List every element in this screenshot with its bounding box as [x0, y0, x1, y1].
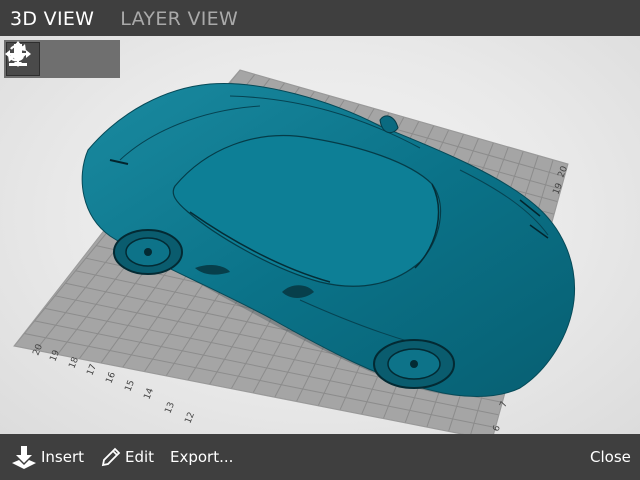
edit-button[interactable]: Edit	[100, 434, 154, 480]
tab-3d-view[interactable]: 3D VIEW	[0, 0, 104, 36]
move-tool-button[interactable]	[5, 41, 77, 76]
scene: 20 19 18 17 16 15 14 13 12 20 19 7 6	[13, 69, 576, 434]
close-label: Close	[590, 448, 631, 466]
axis-label: 15	[124, 379, 138, 393]
axis-label: 17	[86, 363, 100, 377]
close-button[interactable]: Close	[590, 434, 631, 480]
front-wheel	[113, 229, 183, 275]
export-button[interactable]: Export...	[170, 434, 233, 480]
rear-wheel	[373, 339, 455, 389]
bottom-action-bar: Insert Edit Export... Close	[0, 434, 640, 480]
axis-label: 14	[143, 387, 157, 402]
view-tab-bar: 3D VIEW LAYER VIEW	[0, 0, 640, 36]
axis-label: 13	[164, 401, 178, 415]
drop-to-bed-tool-button[interactable]	[8, 42, 114, 76]
insert-icon	[12, 446, 36, 469]
drop-to-bed-icon	[8, 44, 28, 66]
edit-label: Edit	[125, 448, 155, 466]
export-label: Export...	[170, 448, 234, 466]
axis-label: 16	[105, 371, 119, 386]
3d-viewport[interactable]: 20 19 18 17 16 15 14 13 12 20 19 7 6	[0, 36, 640, 434]
tab-layer-view[interactable]: LAYER VIEW	[110, 0, 248, 36]
insert-label: Insert	[41, 448, 85, 466]
axis-label: 12	[184, 411, 198, 425]
pencil-icon	[101, 447, 121, 467]
transform-toolbar	[4, 40, 120, 78]
insert-button[interactable]: Insert	[10, 434, 84, 480]
